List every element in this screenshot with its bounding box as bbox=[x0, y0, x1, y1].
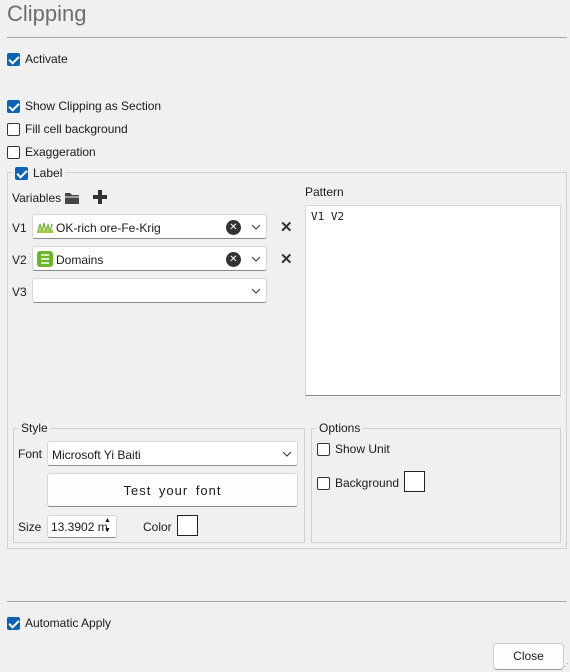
activate-check-icon[interactable] bbox=[7, 52, 20, 66]
background-checkbox[interactable]: Background bbox=[317, 475, 399, 491]
size-value: 13.3902 m bbox=[51, 520, 108, 534]
show-unit-check-icon[interactable] bbox=[317, 442, 330, 456]
automatic-apply-checkbox[interactable]: Automatic Apply bbox=[7, 615, 111, 631]
v2-clear-icon[interactable]: ✕ bbox=[226, 252, 241, 267]
chevron-down-icon[interactable] bbox=[252, 255, 260, 263]
fill-background-check-icon[interactable] bbox=[7, 122, 20, 136]
font-label: Font bbox=[18, 447, 43, 461]
footer-divider bbox=[7, 601, 567, 602]
label-check-icon[interactable] bbox=[15, 166, 28, 180]
activate-label: Activate bbox=[25, 52, 68, 66]
automatic-apply-label: Automatic Apply bbox=[25, 616, 112, 630]
add-variable-icon[interactable] bbox=[92, 189, 108, 208]
label-group-label: Label bbox=[33, 166, 63, 180]
options-legend: Options bbox=[316, 421, 364, 435]
v1-key: V1 bbox=[12, 221, 27, 235]
show-unit-checkbox[interactable]: Show Unit bbox=[317, 441, 390, 457]
fill-background-label: Fill cell background bbox=[25, 122, 128, 136]
size-spinbox[interactable]: 13.3902 m ▲ ▼ bbox=[47, 515, 117, 538]
close-button[interactable]: Close bbox=[493, 643, 564, 670]
v1-clear-icon[interactable]: ✕ bbox=[226, 220, 241, 235]
show-section-check-icon[interactable] bbox=[7, 99, 20, 113]
background-color-swatch[interactable] bbox=[404, 471, 425, 492]
fill-background-checkbox[interactable]: Fill cell background bbox=[7, 121, 128, 137]
v1-combobox[interactable]: OK-rich ore-Fe-Krig ✕ bbox=[32, 214, 267, 239]
chevron-down-icon[interactable] bbox=[283, 450, 291, 458]
font-value: Microsoft Yi Baiti bbox=[52, 448, 141, 462]
variables-label: Variables bbox=[12, 191, 62, 205]
v2-combobox[interactable]: Domains ✕ bbox=[32, 246, 267, 271]
category-variable-icon bbox=[37, 251, 53, 267]
show-section-checkbox[interactable]: Show Clipping as Section bbox=[7, 98, 161, 114]
exaggeration-check-icon[interactable] bbox=[7, 145, 20, 159]
color-swatch[interactable] bbox=[177, 515, 198, 536]
v2-key: V2 bbox=[12, 253, 27, 267]
color-label: Color bbox=[143, 520, 172, 534]
exaggeration-label: Exaggeration bbox=[25, 145, 96, 159]
show-section-label: Show Clipping as Section bbox=[25, 99, 162, 113]
pattern-label: Pattern bbox=[305, 185, 344, 199]
background-label: Background bbox=[335, 476, 400, 490]
chevron-down-icon[interactable] bbox=[252, 223, 260, 231]
title-divider bbox=[7, 37, 567, 38]
pattern-textarea[interactable]: V1 V2 bbox=[305, 205, 561, 396]
v3-combobox[interactable] bbox=[32, 278, 267, 303]
v1-value: OK-rich ore-Fe-Krig bbox=[56, 221, 161, 235]
automatic-apply-check-icon[interactable] bbox=[7, 616, 20, 630]
v2-value: Domains bbox=[56, 253, 104, 267]
show-unit-label: Show Unit bbox=[335, 442, 390, 456]
size-label: Size bbox=[18, 520, 42, 534]
remove-v2-icon[interactable]: ✕ bbox=[280, 250, 293, 268]
spin-up-icon[interactable]: ▲ bbox=[104, 517, 111, 524]
background-check-icon[interactable] bbox=[317, 476, 330, 490]
remove-v1-icon[interactable]: ✕ bbox=[280, 218, 293, 236]
exaggeration-checkbox[interactable]: Exaggeration bbox=[7, 144, 96, 160]
chevron-down-icon[interactable] bbox=[252, 287, 260, 295]
v3-key: V3 bbox=[12, 285, 27, 299]
resize-grip-icon[interactable]: ⋰ bbox=[561, 662, 569, 671]
panel-title: Clipping bbox=[7, 1, 87, 26]
open-folder-icon[interactable] bbox=[64, 191, 80, 208]
label-checkbox[interactable]: Label bbox=[12, 165, 66, 181]
font-preview: Test your font bbox=[47, 473, 298, 507]
spin-down-icon[interactable]: ▼ bbox=[104, 527, 111, 534]
grid-variable-icon bbox=[37, 221, 53, 236]
activate-checkbox[interactable]: Activate bbox=[7, 51, 68, 67]
style-legend: Style bbox=[18, 421, 51, 435]
font-combobox[interactable]: Microsoft Yi Baiti bbox=[47, 441, 298, 466]
